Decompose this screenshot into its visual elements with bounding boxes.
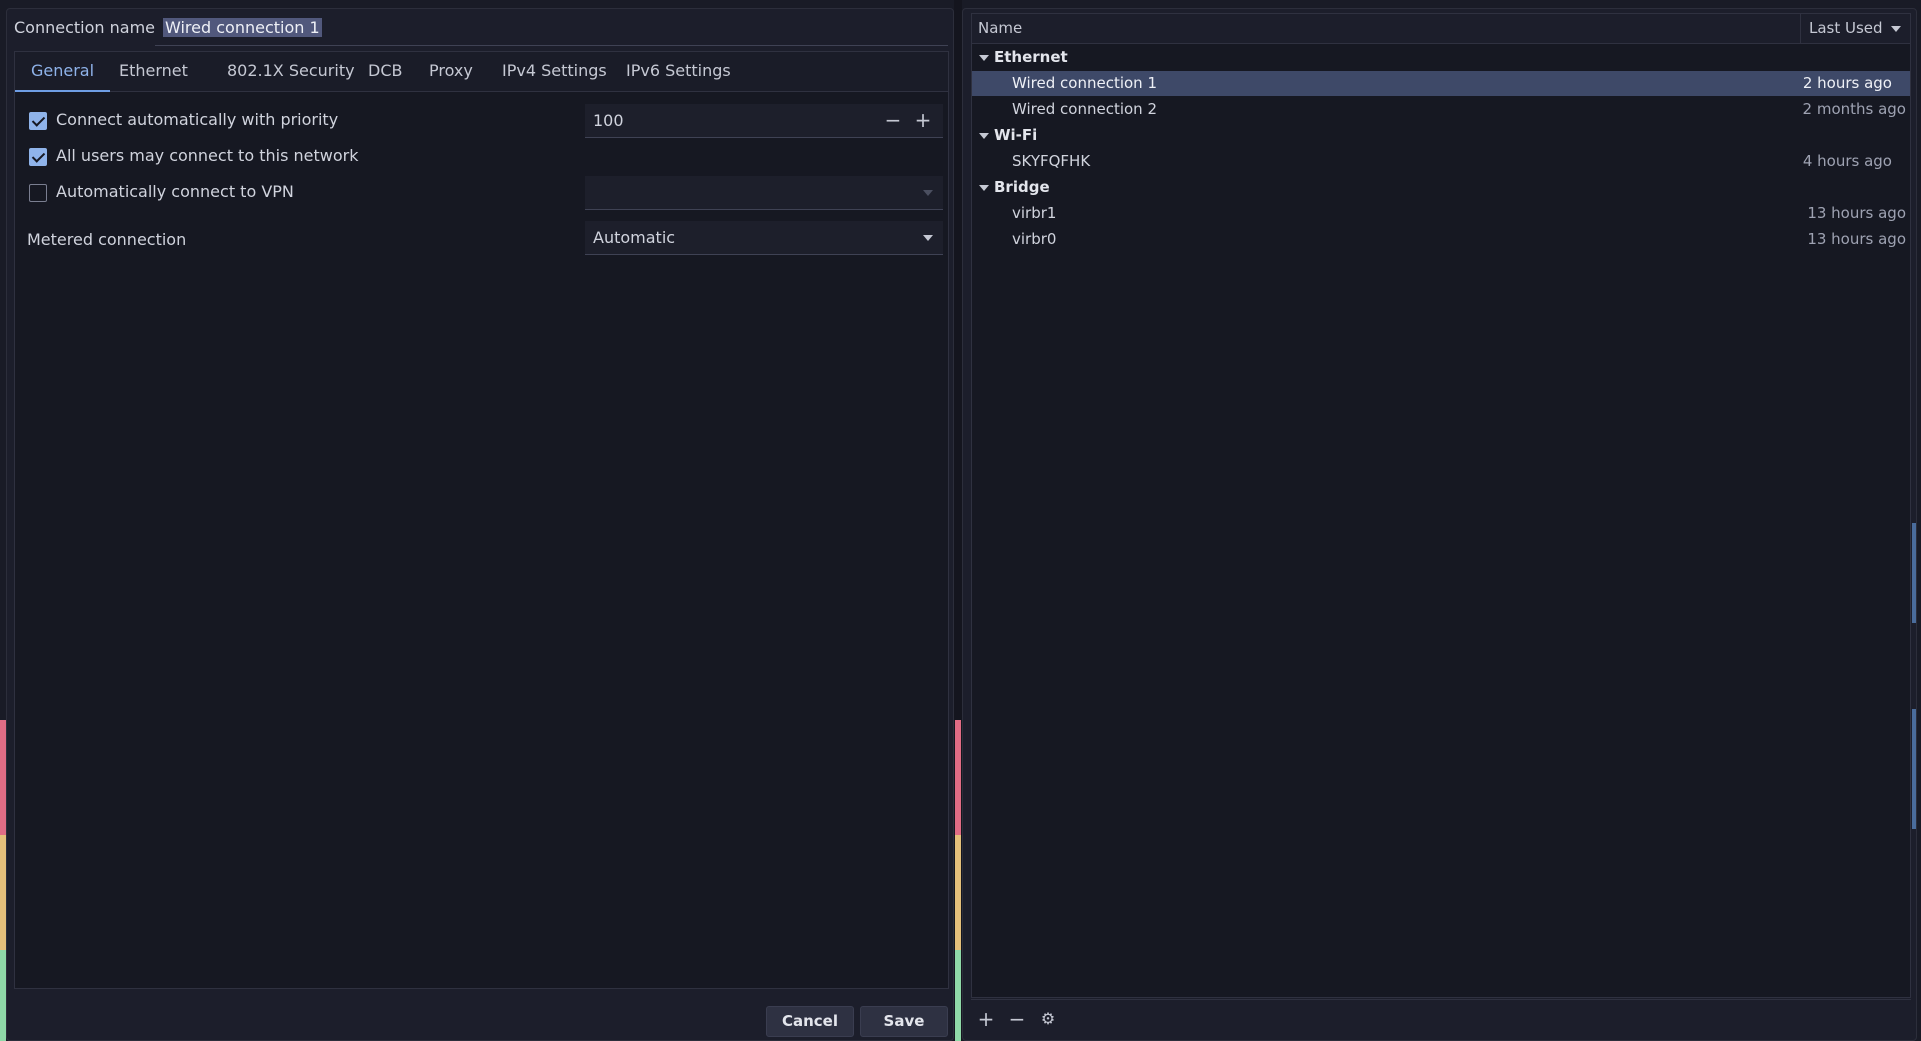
expander-icon[interactable] [979, 133, 989, 139]
list-item[interactable]: SKYFQFHK 4 hours ago [972, 149, 1910, 174]
priority-value: 100 [593, 111, 624, 130]
column-header-last-used[interactable]: Last Used [1800, 14, 1910, 44]
tab-dcb[interactable]: DCB [352, 52, 418, 92]
auto-vpn-row[interactable]: Automatically connect to VPN [29, 182, 529, 204]
connection-list-toolbar: + − ⚙ [971, 999, 1911, 1037]
group-bridge[interactable]: Bridge [972, 175, 1910, 200]
list-item[interactable]: virbr1 13 hours ago [972, 201, 1910, 226]
remove-icon[interactable]: − [1005, 1007, 1029, 1031]
tab-8021x-security[interactable]: 802.1X Security [211, 52, 371, 92]
auto-vpn-checkbox[interactable] [29, 184, 47, 202]
connection-last-used: 13 hours ago [1807, 204, 1906, 222]
all-users-row[interactable]: All users may connect to this network [29, 146, 529, 168]
edge-stripe-yellow [955, 835, 961, 950]
metered-connection-select[interactable]: Automatic [585, 221, 943, 255]
list-item[interactable]: Wired connection 1 2 hours ago [972, 71, 1910, 96]
connection-editor-panel: Connection name Wired connection 1 Gener… [6, 8, 954, 1041]
group-wifi[interactable]: Wi-Fi [972, 123, 1910, 148]
tab-ethernet[interactable]: Ethernet [103, 52, 204, 92]
priority-spinbox[interactable]: 100 − + [585, 104, 943, 138]
edge-stripe-green [955, 950, 961, 1041]
scroll-accent [1912, 709, 1916, 829]
group-ethernet[interactable]: Ethernet [972, 45, 1910, 70]
cancel-button[interactable]: Cancel [766, 1006, 854, 1037]
tab-general[interactable]: General [15, 52, 111, 92]
save-button[interactable]: Save [860, 1006, 948, 1037]
editor-tabs: General Ethernet 802.1X Security DCB Pro… [15, 52, 948, 92]
increment-icon[interactable]: + [911, 108, 935, 132]
expander-icon[interactable] [979, 55, 989, 61]
group-label: Bridge [994, 178, 1050, 196]
connection-tree: Name Last Used Ethernet Wired connection… [971, 13, 1911, 998]
tree-header: Name Last Used [972, 14, 1910, 44]
metered-connection-value: Automatic [593, 228, 676, 247]
column-header-name[interactable]: Name [978, 19, 1022, 37]
connection-name-row: Connection name Wired connection 1 [7, 9, 953, 47]
connection-last-used: 2 months ago [1802, 100, 1906, 118]
decrement-icon[interactable]: − [881, 108, 905, 132]
connection-name: virbr0 [1012, 230, 1057, 248]
auto-vpn-label: Automatically connect to VPN [56, 182, 294, 201]
connection-name-input[interactable]: Wired connection 1 [155, 13, 948, 46]
connection-last-used: 13 hours ago [1807, 230, 1906, 248]
chevron-down-icon [923, 190, 933, 196]
metered-connection-label: Metered connection [27, 230, 187, 249]
connection-name-label: Connection name [14, 18, 155, 37]
auto-connect-label: Connect automatically with priority [56, 110, 339, 129]
auto-connect-checkbox[interactable] [29, 112, 47, 130]
connection-list-panel: Name Last Used Ethernet Wired connection… [962, 8, 1917, 1041]
panel-splitter[interactable] [954, 0, 962, 1041]
column-header-last-used-label: Last Used [1809, 19, 1883, 37]
tab-ipv4-settings[interactable]: IPv4 Settings [486, 52, 623, 92]
vpn-select [585, 176, 943, 210]
group-label: Wi-Fi [994, 126, 1038, 144]
connection-name-value: Wired connection 1 [163, 18, 322, 37]
all-users-checkbox[interactable] [29, 148, 47, 166]
all-users-label: All users may connect to this network [56, 146, 359, 165]
connection-name: virbr1 [1012, 204, 1057, 222]
connection-last-used: 4 hours ago [1802, 152, 1892, 170]
tab-proxy[interactable]: Proxy [413, 52, 489, 92]
connection-name: Wired connection 2 [1012, 100, 1157, 118]
list-item[interactable]: Wired connection 2 2 months ago [972, 97, 1910, 122]
connection-name: Wired connection 1 [1012, 74, 1157, 92]
connection-name: SKYFQFHK [1012, 152, 1091, 170]
gear-icon[interactable]: ⚙ [1036, 1007, 1060, 1031]
chevron-down-icon [923, 235, 933, 241]
auto-connect-row[interactable]: Connect automatically with priority [29, 110, 529, 132]
scroll-accent [1912, 523, 1916, 623]
add-icon[interactable]: + [974, 1007, 998, 1031]
edge-stripe-red [955, 720, 961, 835]
list-item[interactable]: virbr0 13 hours ago [972, 227, 1910, 252]
editor-content-frame: General Ethernet 802.1X Security DCB Pro… [14, 51, 949, 989]
sort-descending-icon [1890, 25, 1901, 32]
tab-ipv6-settings[interactable]: IPv6 Settings [610, 52, 747, 92]
expander-icon[interactable] [979, 185, 989, 191]
group-label: Ethernet [994, 48, 1068, 66]
connection-last-used: 2 hours ago [1802, 74, 1892, 92]
